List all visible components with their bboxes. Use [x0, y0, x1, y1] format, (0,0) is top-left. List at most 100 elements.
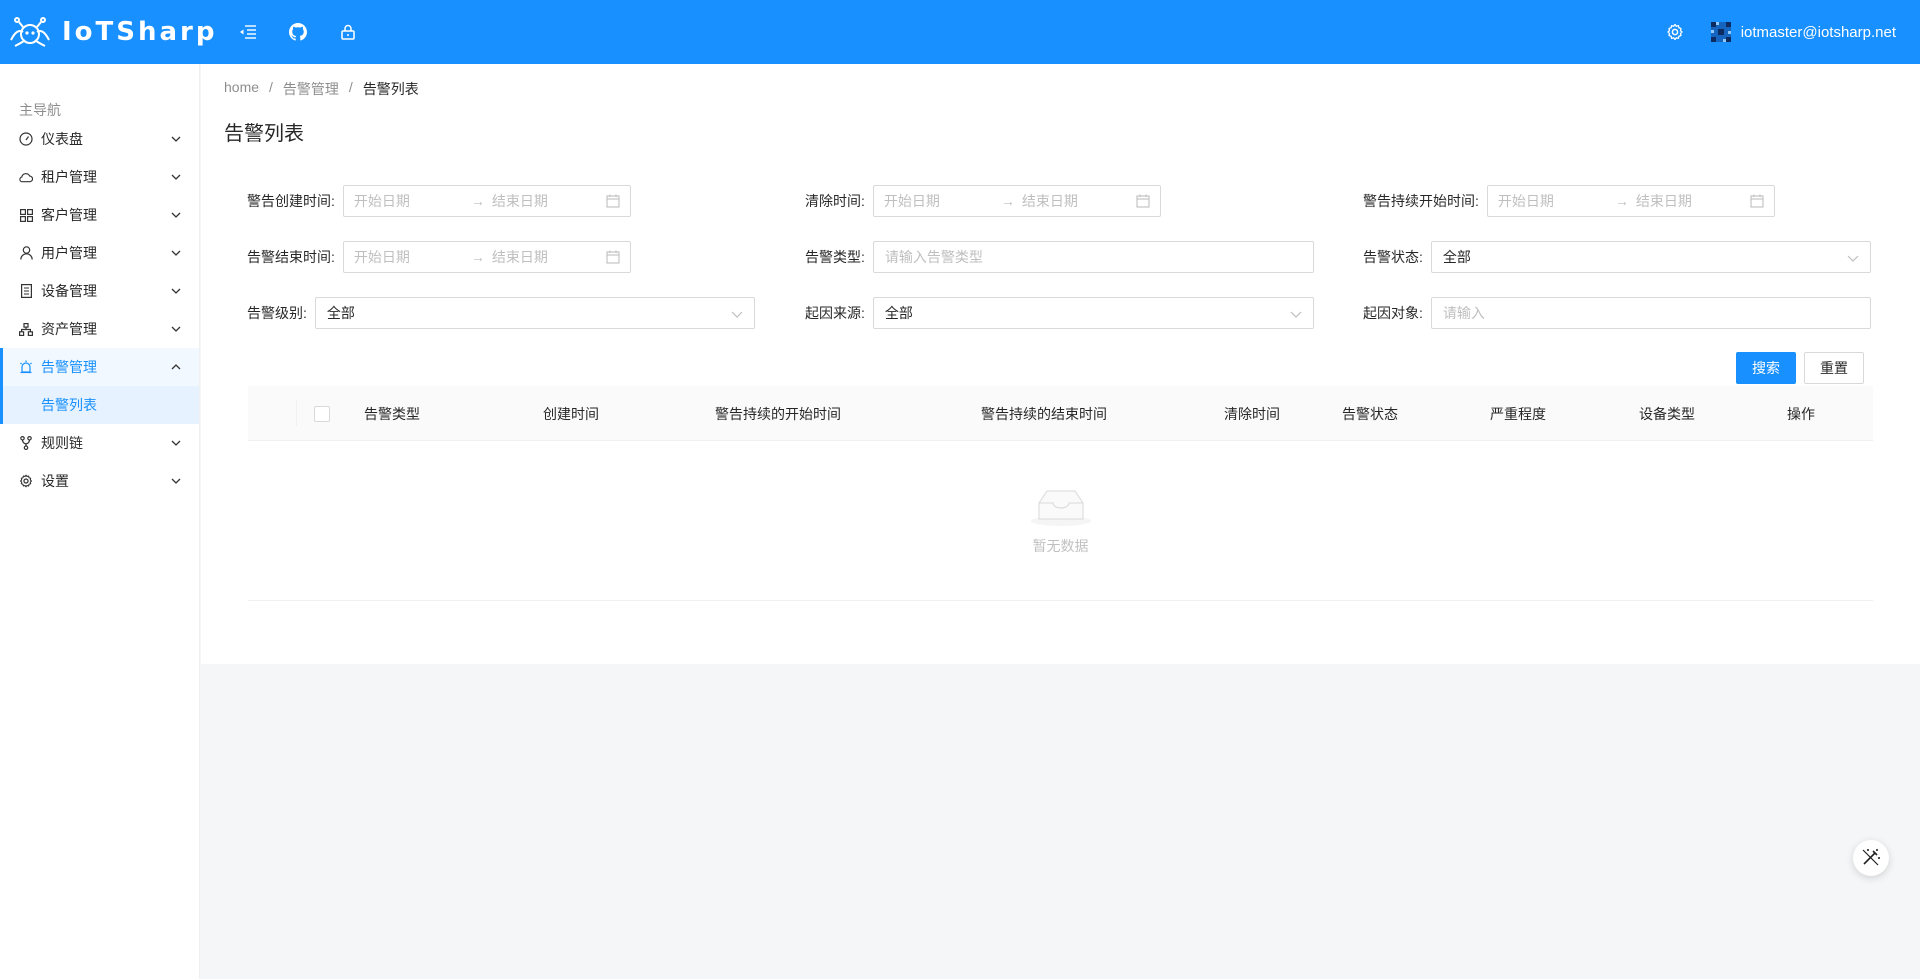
arrow-right-icon: → — [470, 249, 485, 265]
avatar — [1710, 22, 1731, 42]
created-time-label: 警告创建时间: — [247, 193, 335, 209]
originator-input[interactable]: 请输入 — [1430, 297, 1871, 329]
github-icon[interactable] — [288, 22, 308, 42]
created-time-filter: 警告创建时间: 开始日期 → 结束日期 — [247, 185, 631, 217]
magic-wand-button[interactable] — [1853, 840, 1889, 876]
cleared-time-filter: 清除时间: 开始日期 → 结束日期 — [805, 185, 1161, 217]
calendar-icon — [606, 250, 620, 264]
chevron-up-icon — [171, 362, 181, 372]
breadcrumb-alarm-management[interactable]: 告警管理 — [283, 79, 339, 99]
originator-type-filter: 起因来源: 全部 — [805, 297, 1314, 329]
sidebar-subitem-label: 告警列表 — [41, 397, 97, 413]
column-header[interactable]: 清除时间 — [1224, 386, 1280, 441]
chevron-down-icon — [171, 438, 181, 448]
column-header[interactable]: 设备类型 — [1639, 386, 1695, 441]
table-empty-state: 暂无数据 — [248, 441, 1873, 601]
top-header: IoTSharp iotmaster@iotsharp.net — [0, 0, 1920, 64]
breadcrumb-home[interactable]: home — [224, 79, 259, 99]
calendar-icon — [1750, 194, 1764, 208]
start-time-filter: 警告持续开始时间: 开始日期 → 结束日期 — [1363, 185, 1775, 217]
breadcrumb-current: 告警列表 — [362, 81, 419, 97]
logo-mark-icon — [4, 12, 56, 52]
alarm-type-input[interactable]: 请输入告警类型 — [872, 241, 1314, 273]
originator-label: 起因对象: — [1363, 305, 1423, 321]
sidebar-subitem-alarm-list[interactable]: 告警列表 — [0, 386, 199, 424]
chevron-down-icon — [171, 134, 181, 144]
sidebar-item-dashboard[interactable]: 仪表盘 — [0, 120, 199, 158]
chevron-down-icon — [1290, 305, 1302, 321]
end-time-range-picker[interactable]: 开始日期 → 结束日期 — [342, 241, 631, 273]
device-icon — [19, 284, 33, 298]
sidebar-item-label: 用户管理 — [41, 245, 97, 261]
user-icon — [19, 246, 33, 260]
originator-type-select[interactable]: 全部 — [872, 297, 1314, 329]
column-header[interactable]: 警告持续的开始时间 — [715, 386, 841, 441]
sidebar-item-label: 告警管理 — [41, 359, 97, 375]
sidebar-item-alarms[interactable]: 告警管理 — [0, 348, 199, 386]
sidebar-item-settings[interactable]: 设置 — [0, 462, 199, 500]
start-date-placeholder: 开始日期 — [353, 249, 410, 265]
calendar-icon — [1136, 194, 1150, 208]
start-time-range-picker[interactable]: 开始日期 → 结束日期 — [1486, 185, 1775, 217]
alarm-type-label: 告警类型: — [805, 249, 865, 265]
column-header[interactable]: 严重程度 — [1490, 386, 1546, 441]
search-button[interactable]: 搜索 — [1736, 352, 1796, 384]
cluster-icon — [19, 322, 33, 336]
sidebar-item-label: 设置 — [41, 473, 69, 489]
severity-filter: 告警级别: 全部 — [247, 297, 755, 329]
start-date-placeholder: 开始日期 — [353, 193, 410, 209]
dashboard-icon — [19, 132, 33, 146]
menu-group-label: 主导航 — [19, 102, 61, 118]
chevron-down-icon — [1847, 249, 1859, 265]
gear-icon[interactable] — [1665, 22, 1685, 42]
severity-value: 全部 — [326, 305, 355, 321]
lock-icon[interactable] — [338, 22, 358, 42]
alarm-type-filter: 告警类型: 请输入告警类型 — [805, 241, 1314, 273]
branch-icon — [19, 436, 33, 450]
sidebar-item-devices[interactable]: 设备管理 — [0, 272, 199, 310]
breadcrumb-separator: / — [348, 79, 353, 95]
menu-fold-icon[interactable] — [238, 22, 258, 42]
sidebar-item-label: 仪表盘 — [41, 131, 83, 147]
column-header[interactable]: 警告持续的结束时间 — [981, 386, 1107, 441]
column-header[interactable]: 告警类型 — [364, 386, 420, 441]
sidebar-item-rule-chains[interactable]: 规则链 — [0, 424, 199, 462]
empty-inbox-icon — [1029, 485, 1093, 530]
brand-name: IoTSharp — [62, 17, 218, 47]
severity-select[interactable]: 全部 — [314, 297, 755, 329]
severity-label: 告警级别: — [247, 305, 307, 321]
column-header: 操作 — [1787, 405, 1815, 422]
select-all-checkbox[interactable] — [314, 405, 330, 422]
sidebar-item-users[interactable]: 用户管理 — [0, 234, 199, 272]
column-separator — [296, 400, 297, 426]
originator-type-value: 全部 — [884, 305, 913, 321]
originator-type-label: 起因来源: — [805, 305, 865, 321]
created-time-range-picker[interactable]: 开始日期 → 结束日期 — [342, 185, 631, 217]
calendar-icon — [606, 194, 620, 208]
magic-wand-icon — [1861, 847, 1881, 870]
appstore-icon — [19, 208, 33, 222]
chevron-down-icon — [171, 172, 181, 182]
alarm-status-filter: 告警状态: 全部 — [1363, 241, 1871, 273]
end-date-placeholder: 结束日期 — [1021, 193, 1078, 209]
originator-filter: 起因对象: 请输入 — [1363, 297, 1871, 329]
start-date-placeholder: 开始日期 — [1497, 193, 1554, 209]
user-menu[interactable]: iotmaster@iotsharp.net — [1710, 22, 1896, 42]
cleared-time-range-picker[interactable]: 开始日期 → 结束日期 — [872, 185, 1161, 217]
end-date-placeholder: 结束日期 — [1635, 193, 1692, 209]
chevron-down-icon — [171, 210, 181, 220]
sidebar-item-assets[interactable]: 资产管理 — [0, 310, 199, 348]
reset-button[interactable]: 重置 — [1804, 352, 1864, 384]
logo[interactable]: IoTSharp — [0, 0, 218, 64]
alarm-status-select[interactable]: 全部 — [1430, 241, 1871, 273]
sidebar-item-label: 租户管理 — [41, 169, 97, 185]
column-header[interactable]: 创建时间 — [543, 386, 599, 441]
start-date-placeholder: 开始日期 — [883, 193, 940, 209]
arrow-right-icon: → — [1000, 193, 1015, 209]
column-header[interactable]: 告警状态 — [1342, 386, 1398, 441]
sidebar-item-tenants[interactable]: 租户管理 — [0, 158, 199, 196]
sidebar-item-customers[interactable]: 客户管理 — [0, 196, 199, 234]
arrow-right-icon: → — [1614, 193, 1629, 209]
chevron-down-icon — [171, 476, 181, 486]
alarm-status-value: 全部 — [1442, 249, 1471, 265]
